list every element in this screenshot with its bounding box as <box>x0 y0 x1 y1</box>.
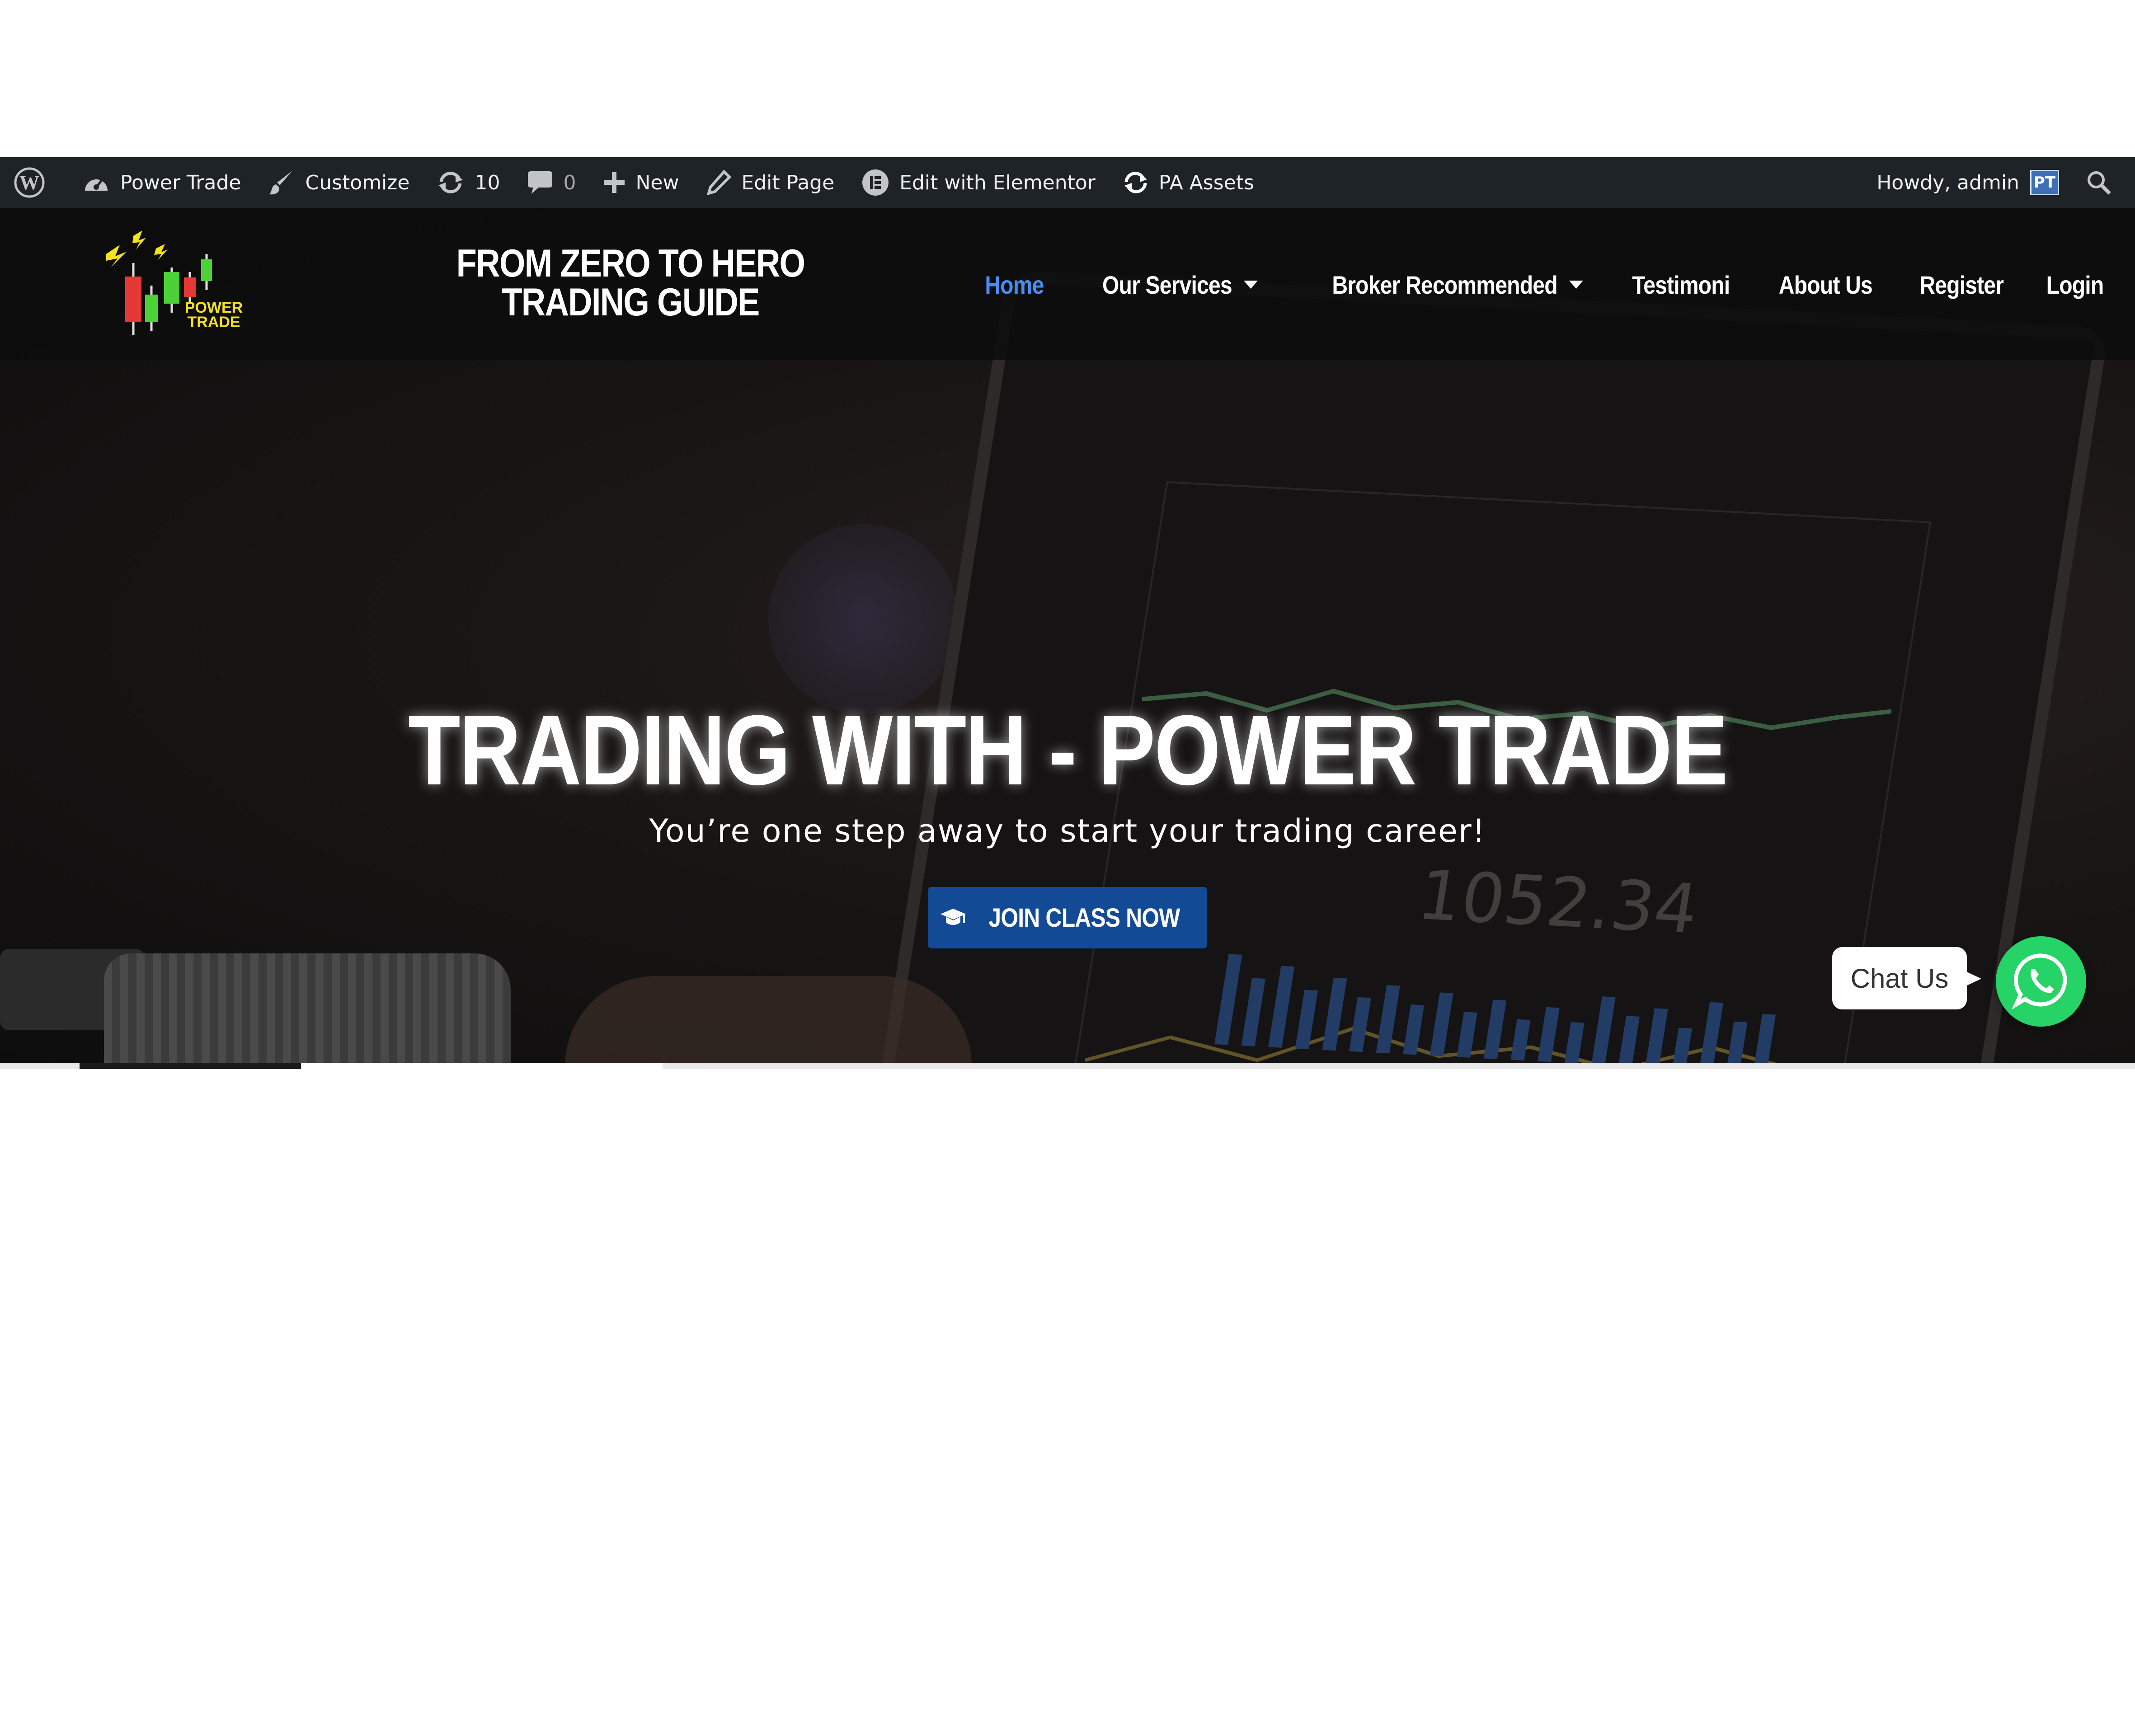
nav-our-services[interactable]: Our Services <box>1102 270 1258 300</box>
nav-login-label: Login <box>2046 270 2104 299</box>
nav-about-us[interactable]: About Us <box>1778 270 1872 300</box>
graduation-cap-icon <box>940 908 967 928</box>
whatsapp-icon <box>2011 951 2070 1012</box>
avatar: PT <box>2030 170 2059 195</box>
customize-label: Customize <box>305 171 410 194</box>
comments-count: 0 <box>563 171 576 194</box>
join-class-button[interactable]: JOIN CLASS NOW <box>928 887 1207 948</box>
hero-section: 1052.34 POWER TRADE FROM ZERO TO HERO TR… <box>0 208 2135 1066</box>
paintbrush-icon <box>268 169 295 196</box>
slider-progress-indicator <box>80 1063 301 1069</box>
updates-count: 10 <box>475 171 500 194</box>
site-header: POWER TRADE FROM ZERO TO HERO TRADING GU… <box>0 208 2135 360</box>
nav-about-us-label: About Us <box>1778 270 1872 299</box>
main-navigation: Home Our Services Broker Recommended Tes… <box>942 262 2104 307</box>
hero-subtitle: You’re one step away to start your tradi… <box>649 812 1486 849</box>
slider-progress-segment <box>301 1063 663 1069</box>
nav-broker-recommended-label: Broker Recommended <box>1332 270 1557 299</box>
nav-our-services-label: Our Services <box>1102 270 1232 299</box>
nav-register-label: Register <box>1919 270 2004 299</box>
plus-icon <box>603 171 625 194</box>
pa-assets-button[interactable]: PA Assets <box>1109 157 1268 208</box>
site-name-label: Power Trade <box>120 171 241 194</box>
dashboard-gauge-icon <box>82 170 110 195</box>
svg-text:1052.34: 1052.34 <box>1413 856 1703 949</box>
background-glow <box>768 524 958 714</box>
howdy-label: Howdy, admin <box>1876 171 2019 194</box>
wordpress-logo-button[interactable]: W <box>0 157 69 208</box>
nav-login[interactable]: Login <box>2046 270 2104 300</box>
nav-home[interactable]: Home <box>985 270 1044 300</box>
chat-us-label: Chat Us <box>1850 963 1949 994</box>
admin-search-button[interactable] <box>2073 157 2135 208</box>
comment-bubble-icon <box>527 170 553 195</box>
updates-refresh-icon <box>437 170 465 195</box>
chat-us-bubble[interactable]: Chat Us <box>1832 947 1981 1009</box>
new-label: New <box>635 171 679 194</box>
edit-page-label: Edit Page <box>741 171 835 194</box>
pa-assets-refresh-icon <box>1123 170 1149 195</box>
new-content-button[interactable]: New <box>589 157 692 208</box>
join-class-label: JOIN CLASS NOW <box>988 903 1180 933</box>
elementor-icon <box>861 169 889 197</box>
account-menu[interactable]: Howdy, admin PT <box>1863 157 2073 208</box>
nav-broker-recommended[interactable]: Broker Recommended <box>1332 270 1583 300</box>
customize-button[interactable]: Customize <box>254 157 423 208</box>
search-icon <box>2086 170 2111 195</box>
whatsapp-button[interactable] <box>1996 936 2086 1027</box>
chevron-down-icon <box>1569 281 1583 289</box>
admin-bar-right: Howdy, admin PT <box>1863 157 2135 208</box>
background-hand-shape <box>565 976 972 1066</box>
site-name-menu[interactable]: Power Trade <box>69 157 254 208</box>
power-trade-logo[interactable]: POWER TRADE <box>102 227 255 344</box>
nav-testimoni-label: Testimoni <box>1632 270 1731 299</box>
wordpress-icon: W <box>14 167 45 198</box>
site-title: FROM ZERO TO HERO TRADING GUIDE <box>456 242 805 324</box>
edit-elementor-label: Edit with Elementor <box>899 171 1096 194</box>
updates-button[interactable]: 10 <box>423 157 513 208</box>
nav-testimoni[interactable]: Testimoni <box>1632 270 1731 300</box>
nav-home-label: Home <box>984 270 1044 299</box>
pa-assets-label: PA Assets <box>1158 171 1254 194</box>
nav-register[interactable]: Register <box>1919 270 2004 300</box>
background-sleeve-shape <box>104 953 511 1066</box>
wp-admin-bar: W Power Trade Customize 10 0 New Edit Pa… <box>0 157 2135 208</box>
pencil-icon <box>706 170 732 195</box>
edit-with-elementor-button[interactable]: Edit with Elementor <box>848 157 1109 208</box>
comments-button[interactable]: 0 <box>513 157 589 208</box>
edit-page-button[interactable]: Edit Page <box>692 157 848 208</box>
logo-text-trade: TRADE <box>187 314 240 331</box>
svg-text:W: W <box>19 172 39 194</box>
hero-title: TRADING WITH - POWER TRADE <box>408 694 1728 806</box>
chevron-down-icon <box>1243 281 1258 289</box>
